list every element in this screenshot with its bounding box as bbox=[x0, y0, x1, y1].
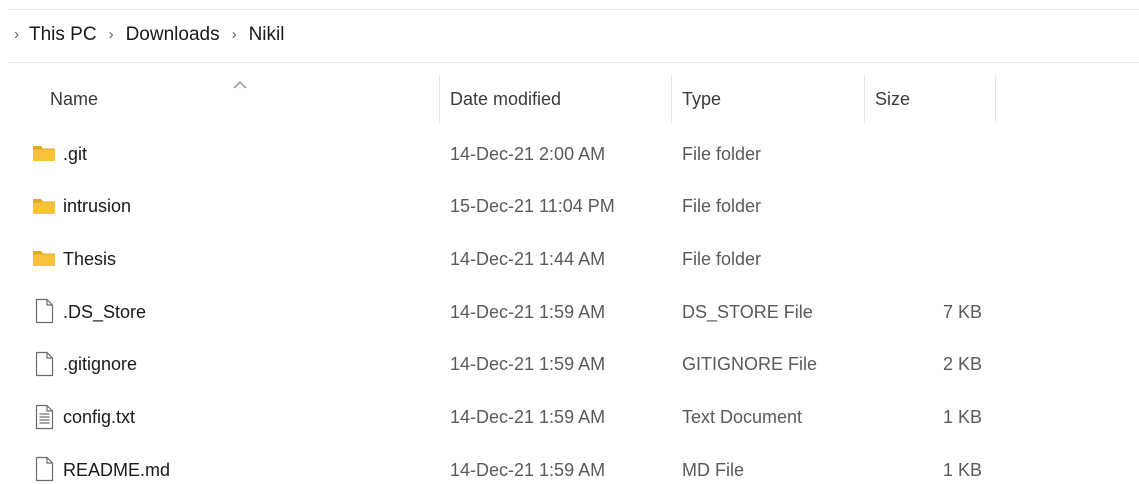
column-header-size-label: Size bbox=[875, 88, 911, 109]
file-type: File folder bbox=[682, 248, 762, 269]
file-row[interactable]: intrusion 15-Dec-21 11:04 PM File folder bbox=[0, 181, 1139, 233]
column-header-date-modified[interactable]: Date modified bbox=[450, 75, 665, 123]
file-size: 2 KB bbox=[942, 354, 982, 375]
file-date-modified: 14-Dec-21 1:59 AM bbox=[450, 301, 606, 322]
file-type: MD File bbox=[682, 459, 744, 480]
chevron-right-icon[interactable]: › bbox=[14, 26, 19, 43]
file-date-modified: 14-Dec-21 1:59 AM bbox=[450, 354, 606, 375]
file-date-modified: 14-Dec-21 1:59 AM bbox=[450, 459, 606, 480]
file-type: DS_STORE File bbox=[682, 301, 813, 322]
file-date-modified: 14-Dec-21 1:44 AM bbox=[450, 248, 606, 269]
file-size bbox=[875, 181, 982, 233]
file-icon bbox=[32, 298, 56, 324]
file-size bbox=[875, 233, 982, 285]
chevron-right-icon[interactable]: › bbox=[232, 26, 237, 43]
column-header-row: Name Date modified Type Size bbox=[0, 75, 1139, 123]
breadcrumb-divider bbox=[8, 62, 1139, 63]
chevron-right-icon[interactable]: › bbox=[109, 26, 114, 43]
file-name[interactable]: README.md bbox=[63, 444, 170, 484]
breadcrumb-item-this-pc[interactable]: This PC bbox=[29, 24, 97, 46]
column-divider[interactable] bbox=[671, 75, 672, 123]
file-type: File folder bbox=[682, 196, 762, 217]
file-type: File folder bbox=[682, 143, 762, 164]
column-header-size[interactable]: Size bbox=[875, 75, 993, 123]
file-name[interactable]: Thesis bbox=[63, 233, 116, 285]
file-size: 7 KB bbox=[942, 301, 982, 322]
file-name[interactable]: config.txt bbox=[63, 392, 135, 444]
file-name[interactable]: .DS_Store bbox=[63, 286, 146, 338]
file-type: Text Document bbox=[682, 407, 803, 427]
file-type: GITIGNORE File bbox=[682, 354, 818, 375]
file-size: 1 KB bbox=[942, 459, 982, 480]
file-name[interactable]: .gitignore bbox=[63, 339, 137, 391]
file-date-modified: 14-Dec-21 2:00 AM bbox=[450, 143, 606, 164]
column-header-name-label: Name bbox=[50, 88, 99, 109]
file-size bbox=[875, 128, 982, 180]
toolbar-divider bbox=[8, 9, 1139, 10]
file-row[interactable]: Thesis 14-Dec-21 1:44 AM File folder bbox=[0, 233, 1139, 285]
file-size: 1 KB bbox=[942, 407, 982, 427]
file-date-modified: 15-Dec-21 11:04 PM bbox=[450, 196, 615, 217]
file-name[interactable]: intrusion bbox=[63, 181, 131, 233]
folder-icon bbox=[32, 193, 56, 219]
column-divider[interactable] bbox=[995, 75, 996, 123]
file-row[interactable]: README.md 14-Dec-21 1:59 AM MD File 1 KB bbox=[0, 444, 1139, 484]
file-row[interactable]: .gitignore 14-Dec-21 1:59 AM GITIGNORE Fil… bbox=[0, 339, 1139, 391]
file-name[interactable]: .git bbox=[63, 128, 87, 180]
breadcrumb-item-nikil[interactable]: Nikil bbox=[249, 24, 285, 46]
folder-icon bbox=[32, 245, 56, 271]
breadcrumb[interactable]: › This PC › Downloads › Nikil bbox=[14, 22, 284, 48]
file-row[interactable]: .git 14-Dec-21 2:00 AM File folder bbox=[0, 128, 1139, 180]
file-icon bbox=[32, 351, 56, 377]
breadcrumb-item-downloads[interactable]: Downloads bbox=[126, 24, 220, 46]
sort-ascending-icon bbox=[233, 81, 247, 89]
column-divider[interactable] bbox=[439, 75, 440, 123]
file-icon bbox=[32, 456, 56, 482]
column-header-type[interactable]: Type bbox=[682, 75, 862, 123]
file-row[interactable]: .DS_Store 14-Dec-21 1:59 AM DS_STORE File 7… bbox=[0, 286, 1139, 338]
file-explorer-window: › This PC › Downloads › Nikil Name Date … bbox=[0, 0, 1139, 484]
file-row[interactable]: config.txt 14-Dec-21 1:59 AM Text Document… bbox=[0, 392, 1139, 444]
folder-icon bbox=[32, 140, 56, 166]
column-header-type-label: Type bbox=[682, 88, 722, 109]
text-document-icon bbox=[32, 404, 56, 430]
file-date-modified: 14-Dec-21 1:59 AM bbox=[450, 407, 606, 427]
column-header-date-label: Date modified bbox=[450, 88, 562, 109]
column-divider[interactable] bbox=[864, 75, 865, 123]
